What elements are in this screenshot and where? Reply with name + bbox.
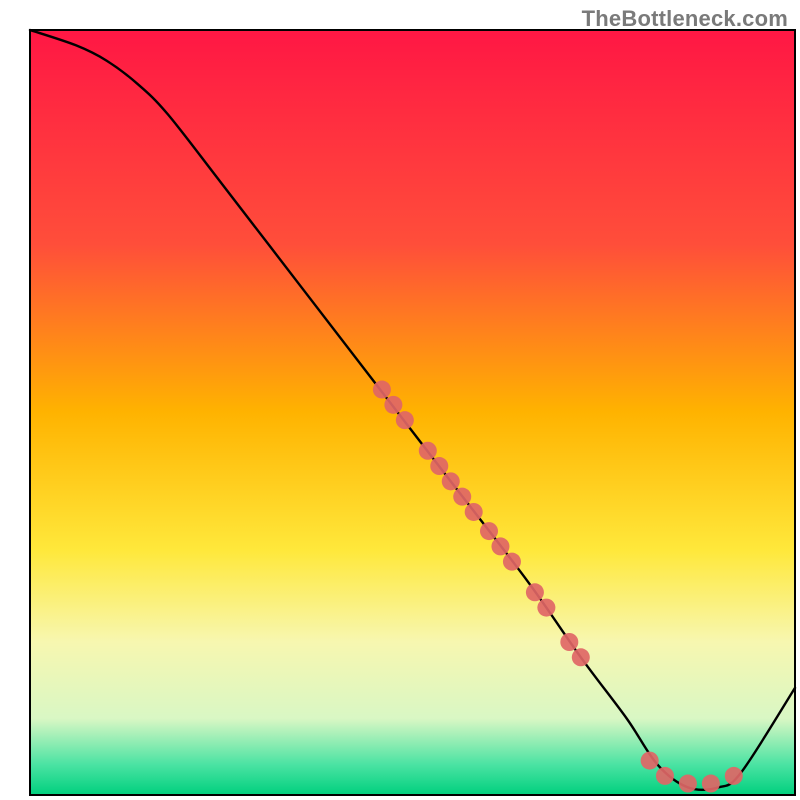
chart-container: TheBottleneck.com	[0, 0, 800, 800]
sample-point	[373, 381, 391, 399]
sample-point	[526, 583, 544, 601]
sample-point	[641, 752, 659, 770]
sample-point	[702, 775, 720, 793]
gradient-background	[30, 30, 795, 795]
sample-point	[679, 775, 697, 793]
sample-point	[537, 599, 555, 617]
sample-point	[465, 503, 483, 521]
sample-point	[430, 457, 448, 475]
sample-point	[503, 553, 521, 571]
sample-point	[419, 442, 437, 460]
sample-point	[572, 648, 590, 666]
plot-area	[30, 30, 795, 795]
sample-point	[453, 488, 471, 506]
sample-point	[725, 767, 743, 785]
sample-point	[442, 472, 460, 490]
sample-point	[491, 537, 509, 555]
sample-point	[384, 396, 402, 414]
watermark-label: TheBottleneck.com	[582, 6, 788, 32]
sample-point	[560, 633, 578, 651]
sample-point	[656, 767, 674, 785]
bottleneck-chart	[0, 0, 800, 800]
sample-point	[396, 411, 414, 429]
sample-point	[480, 522, 498, 540]
